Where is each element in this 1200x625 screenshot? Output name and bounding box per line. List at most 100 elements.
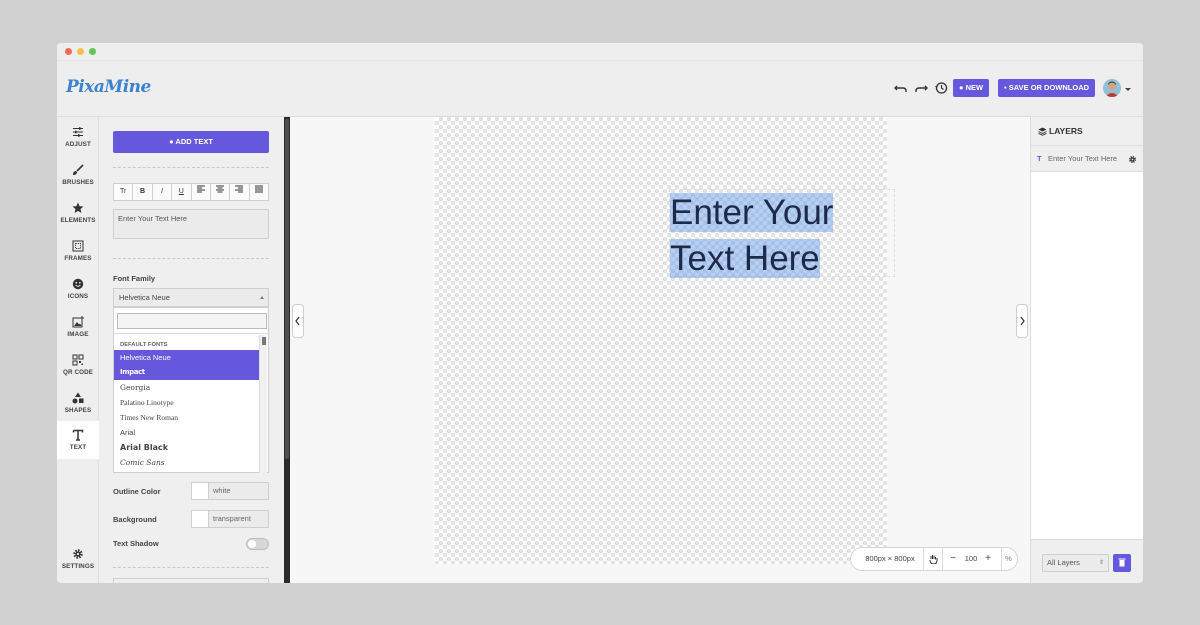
font-family-select[interactable]: Helvetica Neue [113,288,269,307]
qr-icon [72,354,84,366]
canvas-size-label[interactable]: 800px × 800px [860,548,920,570]
nav-frames[interactable]: FRAMES [57,236,99,272]
zoom-in-button[interactable]: + [982,548,994,570]
align-right-button[interactable] [230,184,250,200]
layers-title: LAYERS [1049,126,1083,136]
app-window: PixaMine ● NEW ▪ SAVE OR DOWNLOAD ADJUST… [57,43,1143,583]
nav-shapes[interactable]: SHAPES [57,388,99,424]
text-layer-object[interactable]: Enter Your Text Here [669,189,895,278]
text-shadow-label: Text Shadow [113,539,159,548]
app-logo[interactable]: PixaMine [66,77,151,97]
chevron-up-icon [260,296,264,299]
pan-button[interactable] [923,548,943,570]
gear-icon[interactable] [1128,155,1137,164]
nav-settings[interactable]: SETTINGS [57,544,99,580]
nav-icons[interactable]: ICONS [57,274,99,310]
dropdown-scrollbar[interactable] [259,335,267,473]
smiley-icon [72,278,84,290]
nav-shapes-label: SHAPES [64,407,92,414]
window-titlebar [57,43,1143,61]
nav-image[interactable]: IMAGE [57,312,99,348]
close-window-dot[interactable] [65,48,72,55]
font-option[interactable]: Helvetica Neue [114,350,259,365]
bold-button[interactable]: B [133,184,153,200]
nav-brushes[interactable]: BRUSHES [57,160,99,196]
outline-color-swatch[interactable] [192,483,209,499]
nav-adjust[interactable]: ADJUST [57,122,99,158]
italic-button[interactable]: I [153,184,173,200]
align-left-icon [196,185,205,193]
divider [113,167,269,168]
left-nav: ADJUST BRUSHES ELEMENTS FRAMES ICONS IMA… [57,117,99,583]
zoom-bar: 800px × 800px − 100 + % [850,547,1018,571]
nav-qr-code-label: QR CODE [62,369,94,376]
divider [113,567,269,568]
font-option[interactable]: Palatino Linotype [114,395,259,410]
maximize-window-dot[interactable] [89,48,96,55]
background-color-input[interactable]: transparent [191,510,269,528]
undo-icon[interactable] [893,80,909,96]
align-justify-button[interactable] [250,184,268,200]
canvas-text[interactable]: Enter Your Text Here [670,190,834,282]
layer-name[interactable]: Enter Your Text Here [1048,146,1118,172]
zoom-value[interactable]: 100 [961,548,981,570]
layers-header: LAYERS [1031,117,1143,146]
font-option[interactable]: Comic Sans [114,455,259,470]
star-icon [72,202,84,213]
redo-icon[interactable] [913,80,929,96]
collapse-left-panel-button[interactable] [292,304,304,338]
background-color-swatch[interactable] [192,511,209,527]
text-shadow-toggle[interactable] [246,538,269,550]
text-transform-button[interactable]: Tr [114,184,134,200]
font-option[interactable]: Arial Black [114,440,259,455]
chevron-left-icon [295,316,300,326]
outline-color-value: white [213,486,231,495]
font-search-input[interactable] [117,313,267,329]
canvas-area: Enter Your Text Here 800px × 800px − 100… [290,117,1030,583]
nav-qr-code[interactable]: QR CODE [57,350,99,386]
font-option[interactable]: Impact [114,365,259,380]
divider [113,258,269,259]
text-format-toolbar: Tr B I U [113,183,269,201]
floppy-icon: ▪ [1004,83,1007,92]
chevron-down-icon[interactable] [1125,88,1131,91]
canvas[interactable]: Enter Your Text Here [435,117,895,564]
outline-color-input[interactable]: white [191,482,269,500]
gear-icon [73,549,83,559]
save-or-download-button[interactable]: ▪ SAVE OR DOWNLOAD [998,79,1096,97]
font-option[interactable]: Arial [114,425,259,440]
zoom-out-button[interactable]: − [947,548,959,570]
scrollbar-thumb[interactable] [285,119,289,459]
canvas-text-line: Text Here [670,239,820,278]
font-option[interactable]: Georgia [114,380,259,395]
text-content-input[interactable]: Enter Your Text Here [113,209,269,239]
minimize-window-dot[interactable] [77,48,84,55]
add-text-button[interactable]: ● ADD TEXT [113,131,269,153]
add-text-label: ADD TEXT [175,137,213,146]
nav-brushes-label: BRUSHES [62,179,94,186]
layers-filter-select[interactable]: All Layers ⇕ [1042,554,1109,572]
canvas-text-line: Enter Your [670,193,834,232]
image-icon [72,316,84,328]
layers-filter-value: All Layers [1047,558,1080,567]
align-left-button[interactable] [192,184,211,200]
user-avatar[interactable] [1103,79,1121,97]
text-panel: ● ADD TEXT Tr B I U Enter Your Text Here… [99,117,284,583]
history-icon[interactable] [933,80,949,96]
new-button[interactable]: ● NEW [953,79,990,97]
align-center-icon [216,185,225,193]
layer-row[interactable]: T Enter Your Text Here [1031,146,1143,172]
nav-text[interactable]: TEXT [57,421,99,459]
chevron-right-icon [1020,316,1025,326]
font-option[interactable]: Times New Roman [114,410,259,425]
new-button-label: NEW [965,83,984,92]
align-justify-icon [254,185,263,193]
brush-icon [73,164,84,175]
scrollbar-thumb[interactable] [262,337,266,345]
nav-elements[interactable]: ELEMENTS [57,198,99,234]
collapse-right-panel-button[interactable] [1016,304,1028,338]
underline-button[interactable]: U [172,184,192,200]
align-center-button[interactable] [211,184,231,200]
top-bar: PixaMine ● NEW ▪ SAVE OR DOWNLOAD [57,61,1143,117]
delete-layer-button[interactable] [1113,554,1131,572]
